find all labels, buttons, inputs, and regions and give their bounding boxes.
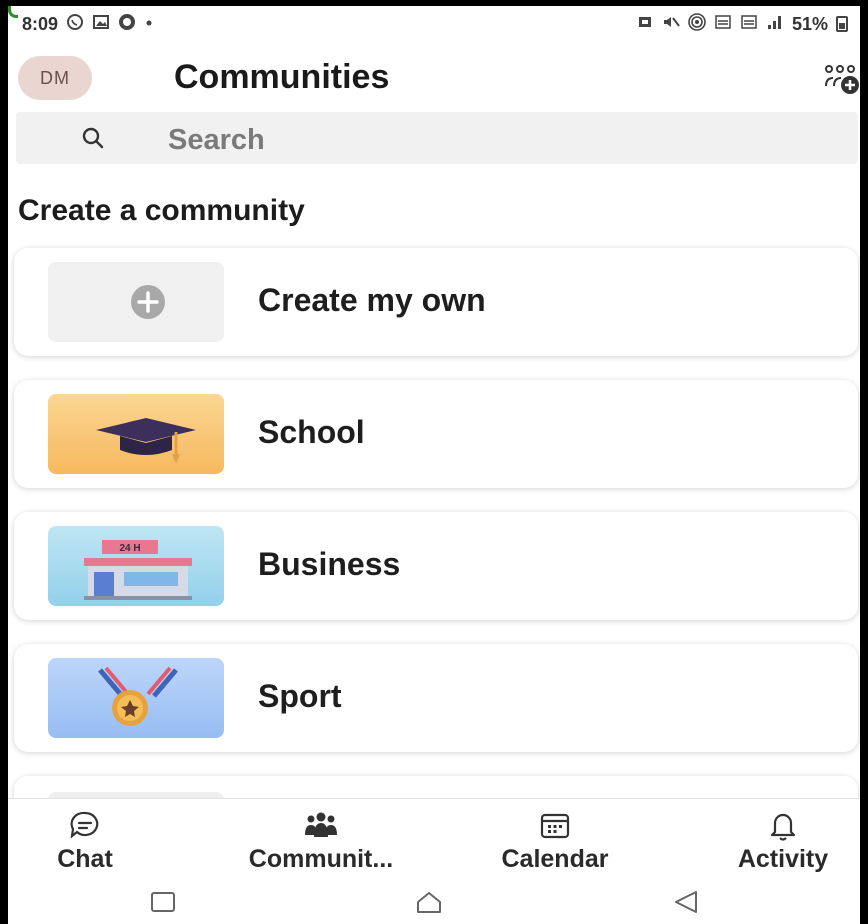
phone-screen: 8:09 51% DM Communities Search Create a … bbox=[8, 6, 860, 924]
medal-icon bbox=[98, 666, 178, 726]
battery-percent: 51% bbox=[791, 13, 828, 34]
section-heading: Create a community bbox=[18, 194, 305, 227]
svg-text:24 H: 24 H bbox=[119, 543, 140, 554]
new-community-button[interactable] bbox=[824, 64, 860, 96]
battery-icon bbox=[836, 16, 848, 32]
status-bar: 8:09 51% bbox=[8, 6, 860, 42]
business-thumbnail: 24 H bbox=[48, 526, 224, 606]
calendar-icon bbox=[540, 813, 570, 839]
gallery-icon bbox=[92, 13, 110, 36]
business-label: Business bbox=[258, 546, 401, 582]
whatsapp-icon bbox=[66, 13, 84, 36]
nav-label-chat: Chat bbox=[57, 845, 113, 873]
home-button[interactable] bbox=[414, 888, 444, 916]
alarm-icon bbox=[636, 13, 654, 36]
volte-icon bbox=[740, 13, 758, 36]
status-right: 51% bbox=[636, 12, 848, 36]
nav-label-calendar: Calendar bbox=[501, 845, 609, 873]
back-button[interactable] bbox=[670, 888, 700, 916]
chat-icon bbox=[70, 811, 99, 839]
business-card[interactable]: 24 H Business bbox=[14, 512, 858, 620]
communities-icon bbox=[305, 812, 337, 837]
search-bar[interactable]: Search bbox=[16, 112, 858, 164]
recent-apps-button[interactable] bbox=[148, 888, 178, 916]
hotspot-icon bbox=[688, 12, 706, 36]
new-community-icon bbox=[825, 65, 859, 94]
mute-icon bbox=[662, 13, 680, 36]
avatar-initials: DM bbox=[40, 67, 70, 88]
create-thumbnail bbox=[48, 262, 224, 342]
school-label: School bbox=[258, 414, 365, 450]
volte-icon bbox=[714, 13, 732, 36]
messenger-icon bbox=[118, 13, 136, 36]
nav-item-calendar[interactable]: Calendar bbox=[466, 799, 644, 881]
search-input[interactable]: Search bbox=[168, 124, 265, 157]
signal-icon bbox=[766, 13, 784, 36]
page-title: Communities bbox=[174, 58, 390, 96]
nav-item-communities[interactable]: Communit... bbox=[206, 799, 436, 881]
create-my-own-label: Create my own bbox=[258, 282, 486, 318]
bottom-nav: Chat Communit... Calendar Activity bbox=[8, 798, 860, 881]
app-header: DM Communities bbox=[8, 50, 860, 112]
nav-item-chat[interactable]: Chat bbox=[40, 799, 130, 881]
sport-thumbnail bbox=[48, 658, 224, 738]
sport-card[interactable]: Sport bbox=[14, 644, 858, 752]
plus-icon bbox=[131, 285, 165, 319]
system-nav-bar bbox=[8, 880, 860, 924]
nav-label-communities: Communit... bbox=[248, 845, 394, 873]
bell-icon bbox=[770, 813, 796, 841]
school-thumbnail bbox=[48, 394, 224, 474]
create-my-own-card[interactable]: Create my own bbox=[14, 248, 858, 356]
nav-item-activity[interactable]: Activity bbox=[708, 799, 858, 881]
storefront-icon: 24 H bbox=[84, 540, 192, 600]
status-time: 8:09 bbox=[22, 13, 59, 34]
avatar[interactable]: DM bbox=[18, 56, 92, 100]
search-icon bbox=[82, 127, 104, 149]
school-card[interactable]: School bbox=[14, 380, 858, 488]
dot-icon bbox=[144, 15, 154, 33]
sport-label: Sport bbox=[258, 678, 342, 714]
graduation-cap-icon bbox=[96, 418, 196, 464]
nav-label-activity: Activity bbox=[737, 845, 829, 873]
status-left: 8:09 bbox=[22, 13, 154, 36]
